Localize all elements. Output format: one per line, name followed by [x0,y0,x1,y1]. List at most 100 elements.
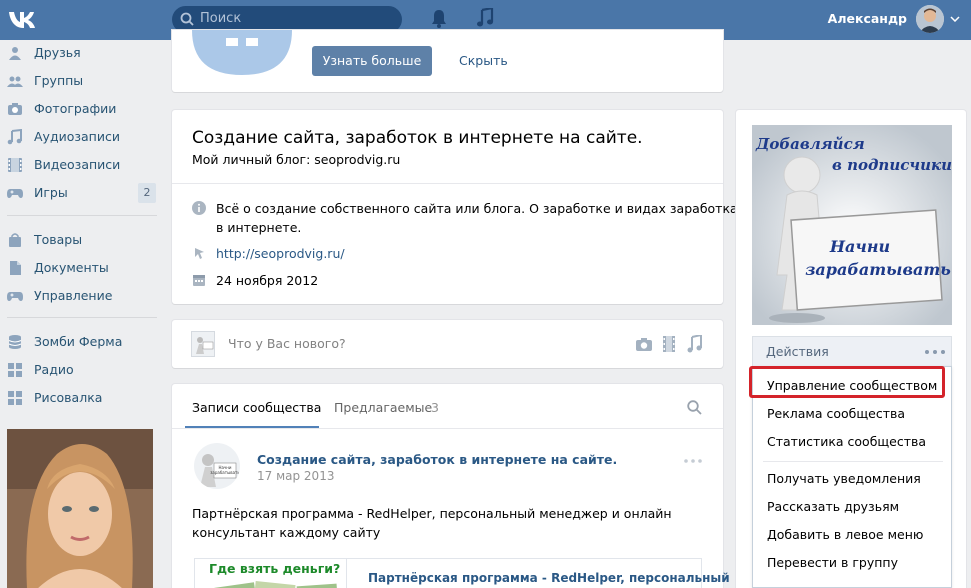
sidebar-item-games[interactable]: Игры 2 [0,181,160,205]
highlight-annotation [749,366,945,398]
film-icon [8,158,22,172]
attachment-title[interactable]: Партнёрская программа - RedHelper, персо… [368,571,730,585]
svg-text:Начни: Начни [829,237,890,256]
post-author-avatar[interactable]: Начни зарабатывать [194,443,240,489]
search-box[interactable]: Поиск [172,6,402,33]
menu-item-notifications[interactable]: Получать уведомления [767,471,921,486]
sidebar-item-management[interactable]: Управление [0,284,160,308]
link-arrow-icon [195,248,204,259]
calendar-icon [193,275,205,286]
post-text: консультант каждому сайту [192,525,381,540]
post-author-link[interactable]: Создание сайта, заработок в интернете на… [257,452,617,467]
post-composer: Что у Вас нового? [172,320,723,368]
description-text: в интернете. [216,220,302,235]
counter-badge: 2 [138,183,156,203]
post-text: Партнёрская программа - RedHelper, персо… [192,506,672,521]
sidebar-item-label: Радио [34,362,74,377]
composer-input[interactable]: Что у Вас нового? [228,336,346,351]
search-icon [180,12,194,26]
film-icon[interactable] [662,335,676,353]
sidebar-item-label: Аудиозаписи [34,129,120,144]
sidebar-item-audio[interactable]: Аудиозаписи [0,125,160,149]
sidebar-item-zombie-farm[interactable]: Зомби Ферма [0,330,160,354]
sidebar-item-video[interactable]: Видеозаписи [0,153,160,177]
app-grid-icon [8,391,22,405]
post-date[interactable]: 17 мар 2013 [257,469,334,483]
vk-logo-icon[interactable] [7,7,39,31]
actions-button[interactable]: Действия [752,336,952,366]
music-icon [7,129,22,145]
page-title: Создание сайта, заработок в интернете на… [192,128,643,148]
menu-item-community-stats[interactable]: Статистика сообщества [767,434,926,449]
avatar[interactable] [916,5,944,33]
sidebar-item-goods[interactable]: Товары [0,228,160,252]
sidebar-item-label: Игры [34,185,68,200]
svg-text:в подписчики!: в подписчики! [832,156,952,174]
search-icon[interactable] [687,400,702,415]
money-image [214,580,338,588]
menu-item-add-to-left-menu[interactable]: Добавить в левое меню [767,527,923,542]
sidebar-item-label: Товары [34,232,83,247]
more-options-icon[interactable] [684,459,702,463]
learn-more-button[interactable]: Узнать больше [312,46,432,76]
camera-icon [8,103,22,115]
menu-item-tell-friends[interactable]: Рассказать друзьям [767,499,899,514]
sidebar-ad-photo[interactable] [7,429,153,588]
svg-text:Добавляйся: Добавляйся [755,135,865,153]
sidebar-item-label: Документы [34,260,109,275]
nav-divider [7,317,157,318]
sidebar-item-label: Группы [34,73,84,88]
sidebar-item-label: Управление [34,288,113,303]
sidebar-item-label: Видеозаписи [34,157,121,172]
svg-text:зарабатывать: зарабатывать [805,260,951,279]
profile-name[interactable]: Александр [828,11,907,26]
tab-suggested[interactable]: Предлагаемые [334,400,432,415]
promo-card: Узнать больше Скрыть [172,30,723,92]
group-cover-image[interactable]: Добавляйся в подписчики! Начни зарабатыв… [752,125,952,325]
gamepad-icon [7,189,23,198]
website-link[interactable]: http://seoprodvig.ru/ [216,244,345,263]
gamepad-icon [7,292,23,301]
group-avatar [192,30,292,75]
music-icon[interactable] [687,335,703,353]
attachment-thumbnail: Где взять деньги? [205,559,347,588]
friends-icon [9,47,21,60]
menu-item-advertise-community[interactable]: Реклама сообщества [767,406,905,421]
attachment-caption: Где взять деньги? [209,561,341,576]
sidebar-item-photos[interactable]: Фотографии [0,97,160,121]
link-attachment[interactable]: Где взять деньги? Партнёрская программа … [194,558,730,588]
sidebar-item-label: Рисовалка [34,390,103,405]
sidebar-item-label: Друзья [34,45,81,60]
menu-item-convert-to-group[interactable]: Перевести в группу [767,555,898,570]
divider [172,428,723,429]
shopping-bag-icon [9,233,21,247]
group-avatar-small [191,331,215,357]
menu-divider [763,461,943,462]
bell-icon[interactable] [431,9,447,29]
hide-link[interactable]: Скрыть [459,53,508,68]
camera-icon[interactable] [635,336,653,352]
chevron-down-icon[interactable] [950,16,960,22]
document-icon [10,261,21,275]
group-status: Мой личный блог: seoprodvig.ru [192,152,401,167]
app-grid-icon [8,363,22,377]
more-options-icon [925,350,945,354]
sidebar-item-radio[interactable]: Радио [0,358,160,382]
sidebar-item-label: Зомби Ферма [34,334,123,349]
music-icon[interactable] [477,8,495,28]
sidebar-item-label: Фотографии [34,101,117,116]
search-input[interactable]: Поиск [200,11,241,26]
description-text: Всё о создание собственного сайта или бл… [216,201,738,216]
group-info-card: Создание сайта, заработок в интернете на… [172,110,738,304]
sidebar-item-drawing[interactable]: Рисовалка [0,386,160,410]
sidebar-item-friends[interactable]: Друзья [0,41,160,65]
creation-date: 24 ноября 2012 [216,273,319,288]
svg-text:зарабатывать: зарабатывать [210,470,240,475]
divider [172,183,723,184]
database-icon [8,335,22,349]
wall-card: Записи сообщества Предлагаемые 3 Начни за… [172,384,730,588]
sidebar-item-documents[interactable]: Документы [0,256,160,280]
sidebar-item-groups[interactable]: Группы [0,69,160,93]
tab-posts[interactable]: Записи сообщества [192,400,321,415]
actions-dropdown-menu: Управление сообществом Реклама сообществ… [752,366,952,588]
